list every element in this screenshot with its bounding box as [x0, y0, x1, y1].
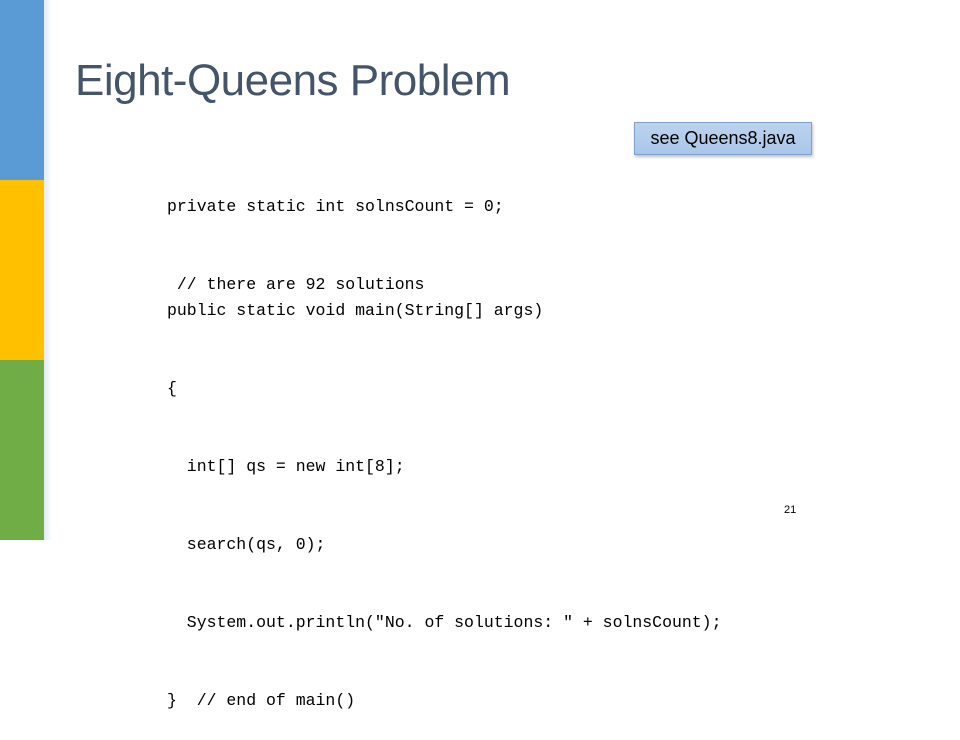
- code-line: System.out.println("No. of solutions: " …: [167, 613, 722, 632]
- slide-title: Eight-Queens Problem: [75, 56, 511, 105]
- code-block-main-method: public static void main(String[] args) {…: [167, 246, 722, 740]
- accent-stripe-green: [0, 360, 44, 540]
- code-line: int[] qs = new int[8];: [167, 457, 405, 476]
- accent-stripe-yellow: [0, 180, 44, 360]
- code-line: private static int solnsCount = 0;: [167, 197, 504, 216]
- stripe-shadow: [44, 0, 52, 540]
- callout-label: see Queens8.java: [650, 128, 796, 148]
- code-line: } // end of main(): [167, 691, 356, 710]
- page-number: 21: [784, 504, 797, 516]
- see-file-callout: see Queens8.java: [634, 122, 812, 155]
- code-line: public static void main(String[] args): [167, 301, 544, 320]
- code-line: {: [167, 379, 177, 398]
- code-line: search(qs, 0);: [167, 535, 326, 554]
- accent-stripe-blue: [0, 0, 44, 180]
